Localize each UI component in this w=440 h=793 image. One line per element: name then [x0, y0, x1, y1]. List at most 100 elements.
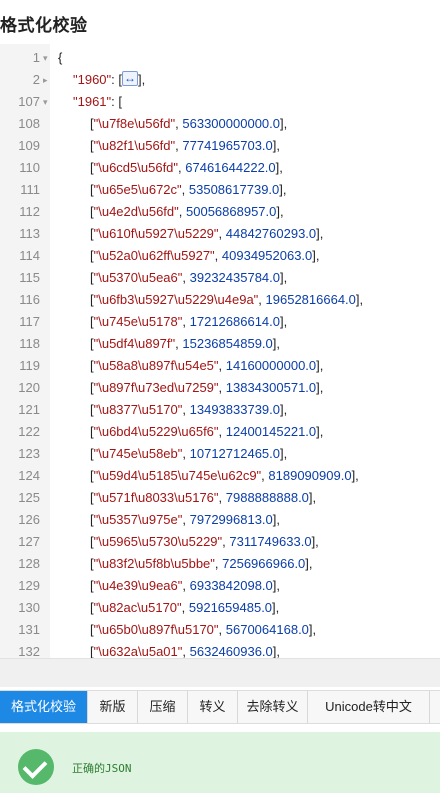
code-text: "1960": [],	[73, 67, 146, 91]
unescape-button[interactable]: 去除转义	[238, 691, 308, 723]
new-version-button[interactable]: 新版	[88, 691, 138, 723]
json-editor[interactable]: 1▾{2▸"1960": [],107▾"1961": [108["\u7f8e…	[0, 44, 440, 658]
line-number: 127	[18, 534, 40, 549]
validation-status: 正确的JSON	[0, 732, 440, 793]
json-number: 12400145221.0	[225, 424, 317, 439]
code-text: ["\u897f\u73ed\u7259", 13834300571.0],	[90, 377, 323, 399]
compress-button[interactable]: 压缩	[138, 691, 188, 723]
comma: ,	[218, 380, 226, 395]
horizontal-scrollbar[interactable]	[0, 658, 440, 687]
json-string: "\u632a\u5a01"	[93, 644, 183, 658]
line-number: 130	[18, 600, 40, 615]
bracket-close: ],	[280, 116, 288, 131]
bracket-close: ],	[272, 578, 281, 593]
comma: ,	[182, 446, 190, 461]
line-number: 114	[19, 248, 40, 263]
json-number: 8189090909.0	[268, 468, 352, 483]
line-number: 110	[19, 160, 40, 175]
status-message: 正确的JSON	[72, 762, 132, 775]
line-number: 112	[19, 204, 40, 219]
json-string: "\u6fb3\u5927\u5229\u4e9a"	[93, 292, 259, 307]
check-circle-icon	[18, 749, 54, 785]
bracket-close: ],	[305, 556, 313, 571]
code-line: 130 ["\u82ac\u5170", 5921659485.0],	[0, 597, 440, 619]
code-line: 124 ["\u59d4\u5185\u745e\u62c9", 81890909…	[0, 465, 440, 487]
comma: ,	[182, 578, 190, 593]
comma: ,	[182, 512, 190, 527]
json-number: 10712712465.0	[189, 446, 280, 461]
code-line: 109 ["\u82f1\u56fd", 77741965703.0],	[0, 135, 440, 157]
json-number: 44842760293.0	[225, 226, 317, 241]
code-line: 1 ▾ {	[0, 47, 440, 69]
bracket-close: ],	[311, 534, 319, 549]
code-line: 121 ["\u8377\u5170", 13493833739.0],	[0, 399, 440, 421]
code-line: 118 ["\u5df4\u897f", 15236854859.0],	[0, 333, 440, 355]
json-key: "1960"	[73, 72, 112, 87]
json-string: "\u59d4\u5185\u745e\u62c9"	[93, 468, 262, 483]
comma: ,	[182, 402, 190, 417]
code-text: ["\u59d4\u5185\u745e\u62c9", 8189090909.…	[90, 465, 359, 487]
code-text: ["\u4e2d\u56fd", 50056868957.0],	[90, 201, 284, 223]
json-number: 13834300571.0	[225, 380, 317, 395]
line-number: 132	[18, 644, 40, 658]
code-text: {	[58, 50, 63, 65]
code-text: ["\u610f\u5927\u5229", 44842760293.0],	[90, 223, 323, 245]
json-number: 6933842098.0	[189, 578, 273, 593]
fold-arrow-down-icon[interactable]: ▾	[43, 47, 48, 69]
format-validate-button[interactable]: 格式化校验	[0, 691, 88, 723]
json-string: "\u745e\u58eb"	[93, 446, 183, 461]
json-string: "\u897f\u73ed\u7259"	[93, 380, 219, 395]
bracket-close: ],	[280, 270, 288, 285]
json-string: "\u610f\u5927\u5229"	[93, 226, 219, 241]
json-separator: : [	[111, 72, 122, 87]
json-number: 50056868957.0	[186, 204, 277, 219]
json-number: 5670064168.0	[225, 622, 309, 637]
comma: ,	[178, 204, 186, 219]
bracket-close: ],	[312, 248, 320, 263]
json-number: 7256966966.0	[222, 556, 306, 571]
code-line: 122 ["\u6bd4\u5229\u65f6", 12400145221.0]…	[0, 421, 440, 443]
line-number: 107	[18, 94, 40, 109]
comma: ,	[218, 424, 226, 439]
comma: ,	[182, 314, 190, 329]
code-line: 107 ▾ "1961": [	[0, 91, 440, 113]
code-line: 117 ["\u745e\u5178", 17212686614.0],	[0, 311, 440, 333]
json-number: 19652816664.0	[265, 292, 356, 307]
code-text: ["\u6fb3\u5927\u5229\u4e9a", 19652816664…	[90, 289, 363, 311]
line-number: 128	[18, 556, 40, 571]
comma: ,	[218, 358, 226, 373]
json-string: "\u5357\u975e"	[93, 512, 183, 527]
code-text: ["\u82f1\u56fd", 77741965703.0],	[90, 135, 280, 157]
code-line: 114 ["\u52a0\u62ff\u5927", 40934952063.0]…	[0, 245, 440, 267]
code-line: 126 ["\u5357\u975e", 7972996813.0],	[0, 509, 440, 531]
json-string: "\u4e2d\u56fd"	[93, 204, 179, 219]
code-line: 119 ["\u58a8\u897f\u54e5", 14160000000.0]…	[0, 355, 440, 377]
json-close: ],	[138, 72, 146, 87]
code-text: ["\u5370\u5ea6", 39232435784.0],	[90, 267, 287, 289]
json-string: "\u7f8e\u56fd"	[93, 116, 176, 131]
line-number: 2	[32, 72, 40, 87]
comma: ,	[218, 490, 226, 505]
page-title: 格式化校验	[0, 16, 88, 35]
fold-arrow-down-icon[interactable]: ▾	[43, 91, 48, 113]
json-number: 563300000000.0	[182, 116, 280, 131]
code-text: ["\u6bd4\u5229\u65f6", 12400145221.0],	[90, 421, 323, 443]
expand-icon[interactable]	[122, 67, 138, 89]
json-number: 77741965703.0	[182, 138, 273, 153]
json-number: 67461644222.0	[185, 160, 276, 175]
unicode-to-chinese-button[interactable]: Unicode转中文	[308, 691, 430, 723]
code-text: ["\u4e39\u9ea6", 6933842098.0],	[90, 575, 280, 597]
fold-arrow-right-icon[interactable]: ▸	[43, 69, 48, 91]
line-number: 120	[18, 380, 40, 395]
code-line: 2▸ "1960": [],	[0, 67, 440, 91]
json-number: 14160000000.0	[225, 358, 317, 373]
line-number: 126	[18, 512, 40, 527]
line-number: 115	[19, 270, 40, 285]
json-string: "\u65e5\u672c"	[93, 182, 182, 197]
escape-button[interactable]: 转义	[188, 691, 238, 723]
json-number: 53508617739.0	[188, 182, 280, 197]
bracket-close: ],	[280, 314, 288, 329]
action-toolbar: 格式化校验 新版 压缩 转义 去除转义 Unicode转中文	[0, 690, 440, 724]
line-number: 117	[19, 314, 40, 329]
code-line: 132 ["\u632a\u5a01", 5632460936.0],	[0, 641, 440, 658]
